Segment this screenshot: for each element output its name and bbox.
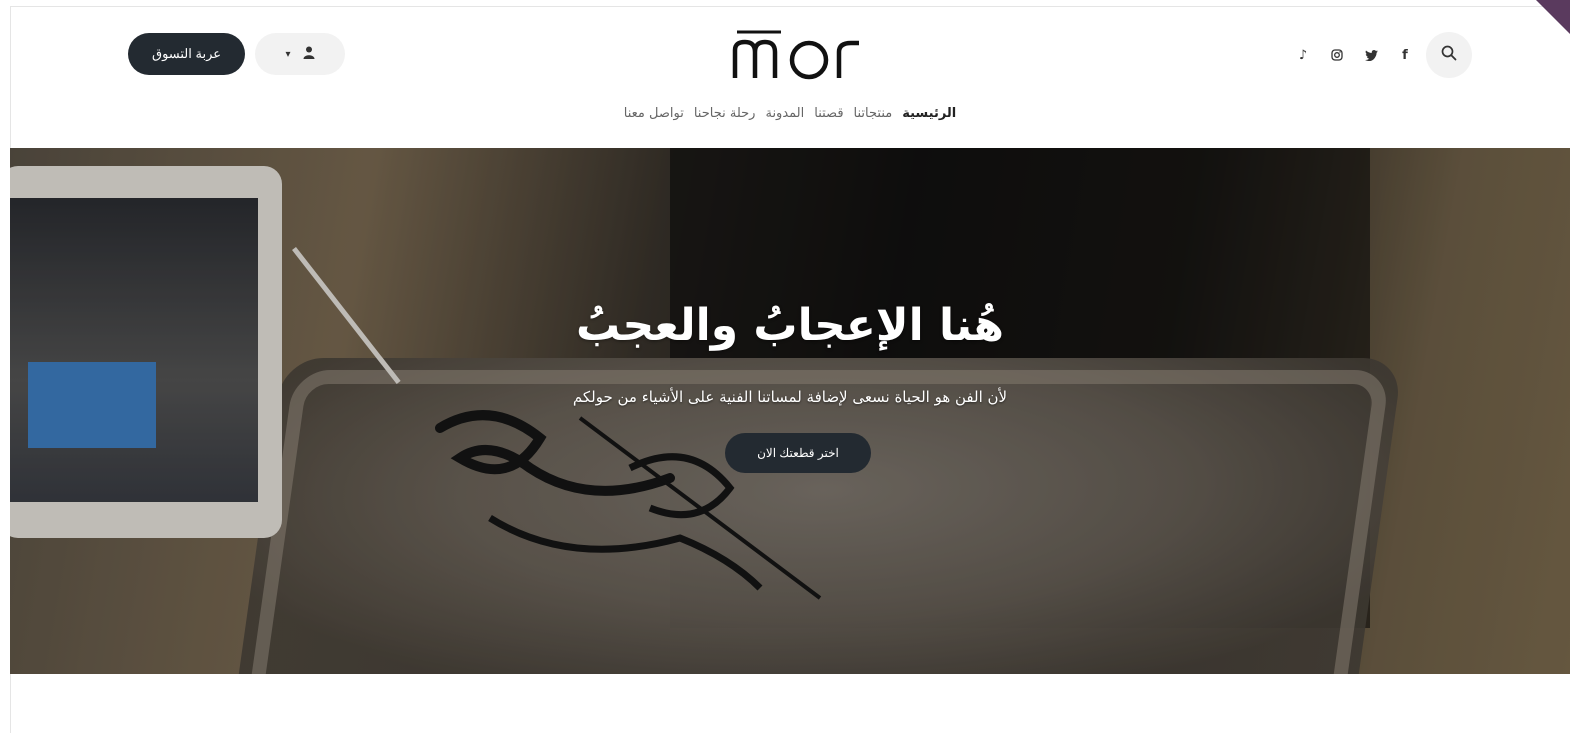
hero-title: هُنا الإعجابُ والعجبُ (575, 300, 1005, 351)
main-nav: الرئيسية منتجاتنا قصتنا المدونة رحلة نجا… (10, 106, 1570, 121)
user-icon (303, 46, 315, 63)
chevron-down-icon: ▾ (285, 48, 291, 60)
nav-item-blog[interactable]: المدونة (765, 106, 804, 121)
nav-item-journey[interactable]: رحلة نجاحنا (694, 106, 756, 121)
hero-overlay (10, 148, 1570, 674)
facebook-icon[interactable]: f (1388, 38, 1422, 72)
instagram-icon[interactable] (1320, 38, 1354, 72)
tiktok-icon[interactable]: ♪ (1286, 38, 1320, 72)
account-button[interactable]: ▾ (255, 33, 345, 75)
nav-item-story[interactable]: قصتنا (814, 106, 843, 121)
twitter-icon[interactable] (1354, 38, 1388, 72)
nav-item-home[interactable]: الرئيسية (902, 106, 956, 121)
shop-now-button[interactable]: اختر قطعتك الان (725, 433, 871, 473)
search-icon (1441, 45, 1457, 65)
nav-item-products[interactable]: منتجاتنا (854, 106, 893, 121)
cart-button[interactable]: عربة التسوق (128, 33, 245, 75)
site-header: عربة التسوق ▾ ♪ f الرئيسية منتجاتنا قصتن… (10, 6, 1570, 148)
nav-item-contact[interactable]: تواصل معنا (624, 106, 684, 121)
site-logo[interactable] (725, 26, 875, 86)
hero-banner: هُنا الإعجابُ والعجبُ لأن الفن هو الحياة… (10, 148, 1570, 674)
search-button[interactable] (1426, 32, 1472, 78)
social-links: ♪ f (1286, 32, 1472, 78)
hero-subtitle: لأن الفن هو الحياة نسعى لإضافة لمساتنا ا… (572, 388, 1008, 406)
